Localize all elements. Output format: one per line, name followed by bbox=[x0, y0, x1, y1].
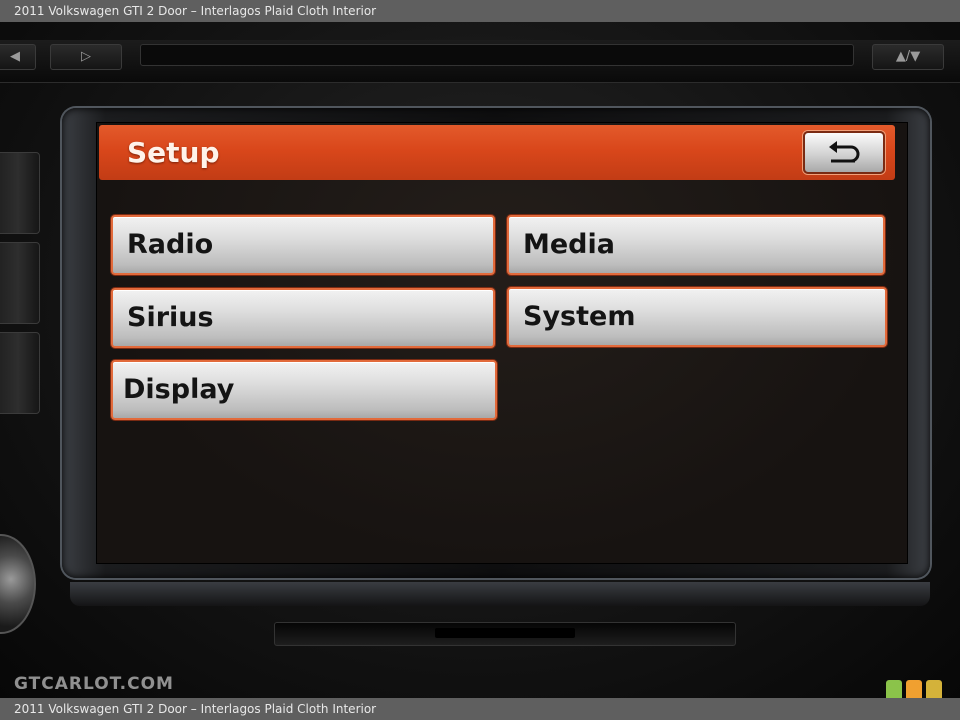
menu-button-label: System bbox=[523, 301, 636, 332]
menu-button-label: Radio bbox=[127, 229, 214, 260]
infotainment-screen: Setup Radio Media Sirius System Display bbox=[96, 122, 908, 564]
menu-button-label: Display bbox=[123, 374, 235, 405]
page-title: Setup bbox=[127, 136, 220, 169]
image-caption-bottom: 2011 Volkswagen GTI 2 Door – Interlagos … bbox=[0, 698, 960, 720]
badge-green bbox=[886, 680, 902, 698]
left-hw-button-1[interactable] bbox=[0, 152, 40, 234]
menu-button-sirius[interactable]: Sirius bbox=[111, 288, 495, 348]
previous-track-key[interactable]: ◀ bbox=[0, 44, 36, 70]
scroll-key[interactable]: ▲/▼ bbox=[872, 44, 944, 70]
cd-slot bbox=[274, 622, 736, 646]
display-slot bbox=[140, 44, 854, 66]
dashboard-photo: ◀ ▷ ▲/▼ Setup Radio Media Sirius System … bbox=[0, 22, 960, 698]
site-watermark: GTCARLOT.COM bbox=[14, 674, 174, 694]
return-arrow-icon bbox=[829, 141, 860, 163]
menu-button-display[interactable]: Display bbox=[111, 360, 497, 420]
menu-button-label: Sirius bbox=[127, 302, 214, 333]
volume-dial[interactable] bbox=[0, 534, 36, 634]
menu-button-label: Media bbox=[523, 229, 615, 260]
image-caption-top: 2011 Volkswagen GTI 2 Door – Interlagos … bbox=[0, 0, 960, 22]
top-control-strip: ◀ ▷ ▲/▼ bbox=[0, 40, 960, 83]
left-hw-button-2[interactable] bbox=[0, 242, 40, 324]
menu-button-radio[interactable]: Radio bbox=[111, 215, 495, 275]
badge-orange bbox=[906, 680, 922, 698]
menu-button-media[interactable]: Media bbox=[507, 215, 885, 275]
cd-slot-opening bbox=[435, 628, 575, 638]
menu-button-system[interactable]: System bbox=[507, 287, 887, 347]
bezel-bottom-trim bbox=[70, 582, 930, 606]
play-key[interactable]: ▷ bbox=[50, 44, 122, 70]
back-button[interactable] bbox=[803, 131, 885, 174]
left-hw-button-3[interactable] bbox=[0, 332, 40, 414]
badge-yellow bbox=[926, 680, 942, 698]
screen-header: Setup bbox=[99, 125, 895, 180]
